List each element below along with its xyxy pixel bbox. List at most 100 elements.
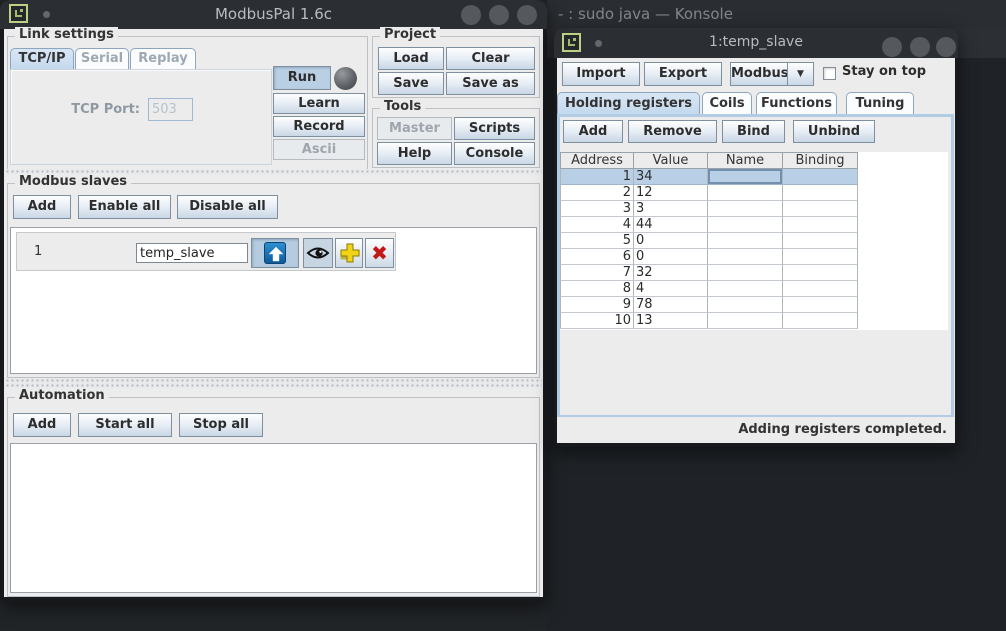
cell-name[interactable] bbox=[708, 185, 783, 201]
save-button[interactable]: Save bbox=[378, 72, 444, 95]
column-header-address[interactable]: Address bbox=[560, 152, 634, 169]
enable-all-button[interactable]: Enable all bbox=[78, 195, 171, 219]
cell-address[interactable]: 10 bbox=[560, 313, 634, 329]
slave-delete-button[interactable]: ✖ bbox=[365, 238, 394, 268]
cell-name[interactable] bbox=[708, 265, 783, 281]
bind-button[interactable]: Bind bbox=[722, 120, 785, 143]
cell-value[interactable]: 0 bbox=[634, 233, 708, 249]
cell-name[interactable] bbox=[708, 217, 783, 233]
cell-name[interactable] bbox=[708, 169, 783, 185]
cell-value[interactable]: 0 bbox=[634, 249, 708, 265]
clear-button[interactable]: Clear bbox=[446, 47, 535, 70]
cell-value[interactable]: 34 bbox=[634, 169, 708, 185]
tab-holding-registers[interactable]: Holding registers bbox=[557, 92, 700, 114]
slave-enable-toggle[interactable] bbox=[251, 238, 299, 268]
cell-value[interactable]: 78 bbox=[634, 297, 708, 313]
cell-binding[interactable] bbox=[783, 217, 858, 233]
disable-all-button[interactable]: Disable all bbox=[177, 195, 278, 219]
cell-address[interactable]: 7 bbox=[560, 265, 634, 281]
project-title: Project bbox=[380, 27, 440, 42]
console-button[interactable]: Console bbox=[454, 142, 535, 165]
cell-address[interactable]: 2 bbox=[560, 185, 634, 201]
tcp-port-input[interactable] bbox=[148, 98, 193, 121]
cell-address[interactable]: 3 bbox=[560, 201, 634, 217]
table-row[interactable]: 444 bbox=[560, 217, 858, 233]
cell-binding[interactable] bbox=[783, 281, 858, 297]
cell-value[interactable]: 32 bbox=[634, 265, 708, 281]
tab-functions[interactable]: Functions bbox=[756, 92, 837, 114]
cell-value[interactable]: 3 bbox=[634, 201, 708, 217]
stay-on-top-checkbox[interactable] bbox=[823, 67, 836, 80]
cell-address[interactable]: 6 bbox=[560, 249, 634, 265]
slave-id: 1 bbox=[34, 244, 42, 259]
eye-icon bbox=[306, 245, 330, 261]
add-automation-button[interactable]: Add bbox=[13, 413, 71, 437]
remove-register-button[interactable]: Remove bbox=[628, 120, 717, 143]
table-row[interactable]: 60 bbox=[560, 249, 858, 265]
cell-binding[interactable] bbox=[783, 185, 858, 201]
cell-name[interactable] bbox=[708, 249, 783, 265]
cell-address[interactable]: 4 bbox=[560, 217, 634, 233]
cell-address[interactable]: 5 bbox=[560, 233, 634, 249]
table-row[interactable]: 1013 bbox=[560, 313, 858, 329]
column-header-name[interactable]: Name bbox=[708, 152, 783, 169]
tab-tcpip[interactable]: TCP/IP bbox=[10, 48, 74, 69]
save-as-button[interactable]: Save as bbox=[446, 72, 535, 95]
splitter-handle-2[interactable] bbox=[5, 378, 542, 388]
tab-serial[interactable]: Serial bbox=[75, 48, 129, 69]
unbind-button[interactable]: Unbind bbox=[793, 120, 875, 143]
slave-view-button[interactable] bbox=[303, 238, 333, 268]
help-button[interactable]: Help bbox=[377, 142, 452, 165]
cell-name[interactable] bbox=[708, 201, 783, 217]
cell-binding[interactable] bbox=[783, 169, 858, 185]
cell-value[interactable]: 12 bbox=[634, 185, 708, 201]
table-row[interactable]: 212 bbox=[560, 185, 858, 201]
cell-address[interactable]: 8 bbox=[560, 281, 634, 297]
table-row[interactable]: 33 bbox=[560, 201, 858, 217]
konsole-title: - : sudo java — Konsole bbox=[558, 5, 733, 23]
cell-binding[interactable] bbox=[783, 201, 858, 217]
modbus-mode-dropdown[interactable]: Modbus ▼ bbox=[730, 62, 814, 86]
cell-name[interactable] bbox=[708, 297, 783, 313]
cell-value[interactable]: 44 bbox=[634, 217, 708, 233]
cell-address[interactable]: 1 bbox=[560, 169, 634, 185]
column-header-binding[interactable]: Binding bbox=[783, 152, 858, 169]
learn-button[interactable]: Learn bbox=[273, 93, 365, 114]
cell-value[interactable]: 13 bbox=[634, 313, 708, 329]
tab-replay[interactable]: Replay bbox=[130, 48, 196, 69]
registers-table-viewport[interactable]: Address Value Name Binding 1342123344450… bbox=[560, 152, 948, 414]
table-row[interactable]: 134 bbox=[560, 169, 858, 185]
run-button[interactable]: Run bbox=[273, 66, 331, 90]
tab-tuning[interactable]: Tuning bbox=[846, 92, 914, 114]
cell-name[interactable] bbox=[708, 313, 783, 329]
column-header-value[interactable]: Value bbox=[634, 152, 708, 169]
import-button[interactable]: Import bbox=[562, 62, 640, 86]
add-slave-button[interactable]: Add bbox=[13, 195, 71, 219]
tcpip-tab-content bbox=[10, 69, 272, 165]
cell-binding[interactable] bbox=[783, 265, 858, 281]
cell-name[interactable] bbox=[708, 233, 783, 249]
slave-duplicate-button[interactable] bbox=[335, 238, 363, 268]
export-button[interactable]: Export bbox=[644, 62, 722, 86]
cell-binding[interactable] bbox=[783, 249, 858, 265]
scripts-button[interactable]: Scripts bbox=[454, 117, 535, 140]
start-all-button[interactable]: Start all bbox=[78, 413, 172, 437]
add-register-button[interactable]: Add bbox=[563, 120, 623, 143]
cell-binding[interactable] bbox=[783, 313, 858, 329]
cell-value[interactable]: 4 bbox=[634, 281, 708, 297]
load-button[interactable]: Load bbox=[378, 47, 444, 70]
record-button[interactable]: Record bbox=[273, 116, 365, 137]
table-row[interactable]: 732 bbox=[560, 265, 858, 281]
table-row[interactable]: 978 bbox=[560, 297, 858, 313]
slave-name-input[interactable] bbox=[136, 243, 248, 263]
stop-all-button[interactable]: Stop all bbox=[179, 413, 263, 437]
cell-name[interactable] bbox=[708, 281, 783, 297]
tab-coils[interactable]: Coils bbox=[702, 92, 752, 114]
table-row[interactable]: 84 bbox=[560, 281, 858, 297]
chevron-down-icon: ▼ bbox=[787, 63, 813, 85]
konsole-titlebar[interactable]: - : sudo java — Konsole bbox=[547, 0, 1006, 28]
table-row[interactable]: 50 bbox=[560, 233, 858, 249]
cell-binding[interactable] bbox=[783, 297, 858, 313]
cell-address[interactable]: 9 bbox=[560, 297, 634, 313]
cell-binding[interactable] bbox=[783, 233, 858, 249]
